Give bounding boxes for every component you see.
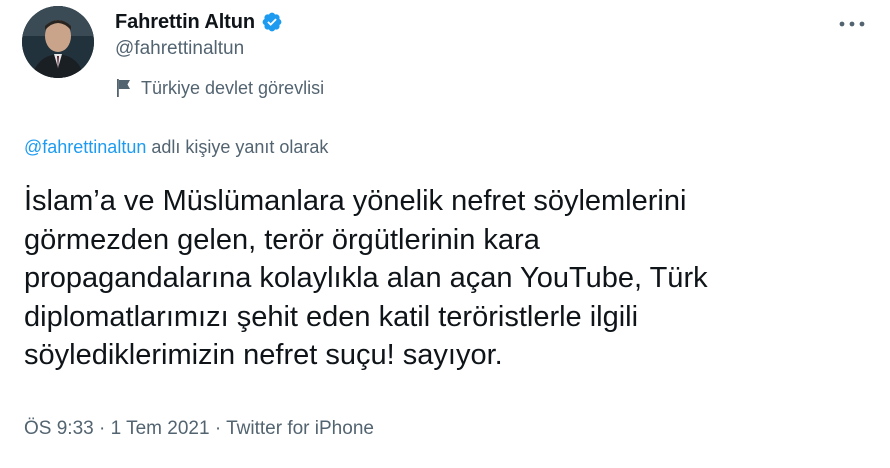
tweet-text: İslam’a ve Müslümanlara yönelik nefret s… — [24, 185, 708, 371]
author-name-row[interactable]: Fahrettin Altun — [115, 8, 283, 36]
author-display-name[interactable]: Fahrettin Altun — [115, 11, 255, 34]
tweet-time[interactable]: ÖS 9:33 — [24, 418, 94, 439]
avatar-image — [22, 6, 94, 78]
tweet-meta: ÖS 9:33 · 1 Tem 2021 · Twitter for iPhon… — [24, 418, 374, 440]
meta-separator: · — [214, 418, 222, 439]
reply-suffix: adlı kişiye yanıt olarak — [146, 137, 329, 157]
more-dots-icon — [839, 21, 865, 27]
reply-context: @fahrettinaltun adlı kişiye yanıt olarak — [24, 137, 328, 158]
flag-icon — [115, 78, 133, 98]
tweet-date[interactable]: 1 Tem 2021 — [111, 418, 210, 439]
reply-handle-link[interactable]: @fahrettinaltun — [24, 137, 146, 157]
account-label-row: Türkiye devlet görevlisi — [115, 74, 324, 102]
tweet-source[interactable]: Twitter for iPhone — [226, 418, 374, 439]
verified-badge-icon — [261, 11, 283, 33]
author-handle[interactable]: @fahrettinaltun — [115, 38, 244, 60]
account-label: Türkiye devlet görevlisi — [141, 77, 325, 98]
more-options-button[interactable] — [832, 12, 872, 36]
meta-separator: · — [99, 418, 106, 439]
avatar[interactable] — [22, 6, 94, 78]
